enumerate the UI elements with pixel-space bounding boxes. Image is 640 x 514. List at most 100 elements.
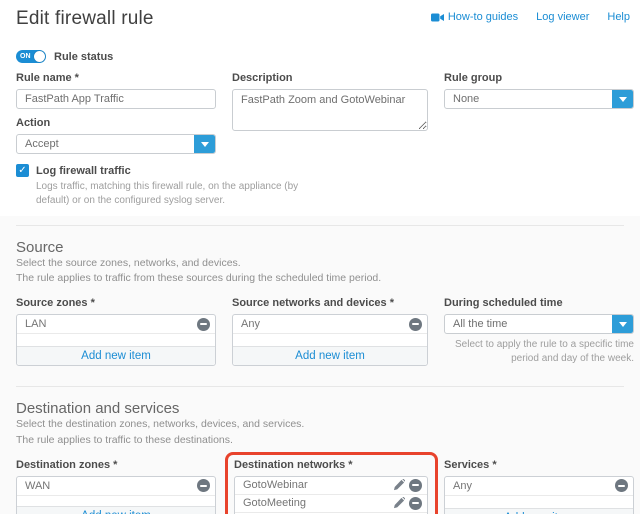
- add-new-item-button[interactable]: Add new item: [445, 508, 633, 514]
- source-section-desc2: The rule applies to traffic from these s…: [16, 271, 624, 286]
- destination-grid: Destination zones * WAN Add new item Des…: [16, 459, 624, 514]
- remove-icon[interactable]: [197, 479, 210, 492]
- log-traffic-help: Logs traffic, matching this firewall rul…: [36, 180, 326, 208]
- listbox-filler: [445, 496, 633, 509]
- source-grid: Source zones * LAN Add new item Source n…: [16, 297, 624, 366]
- list-item: GotoWebinar: [235, 477, 427, 495]
- rule-status-row: ON Rule status: [16, 50, 624, 63]
- list-item-label: Any: [241, 318, 409, 330]
- destination-networks-listbox: GotoWebinarGotoMeetingSkypeZoom Add new …: [234, 476, 428, 514]
- remove-icon[interactable]: [409, 318, 422, 331]
- remove-icon[interactable]: [197, 318, 210, 331]
- page-header: Edit firewall rule How-to guides Log vie…: [0, 0, 640, 30]
- header-links: How-to guides Log viewer Help: [431, 11, 630, 23]
- column-description: Description FastPath Zoom and GotoWebina…: [232, 72, 428, 154]
- list-item: LAN: [17, 315, 215, 334]
- divider: [16, 386, 624, 387]
- destination-networks-column: Destination networks * GotoWebinar GotoMe…: [232, 459, 428, 514]
- chevron-down-icon: [612, 315, 633, 333]
- list-item-label: Any: [453, 480, 615, 492]
- log-traffic-block: ✓ Log firewall traffic Logs traffic, mat…: [16, 164, 326, 208]
- log-traffic-row: ✓ Log firewall traffic: [16, 164, 326, 177]
- scheduled-time-column: During scheduled time All the time Selec…: [444, 297, 634, 366]
- destination-section-desc2: The rule applies to traffic to these des…: [16, 433, 624, 448]
- action-select[interactable]: Accept: [16, 134, 216, 154]
- destination-section-title: Destination and services: [16, 400, 624, 417]
- source-zones-label: Source zones *: [16, 297, 216, 309]
- remove-icon[interactable]: [409, 479, 422, 492]
- top-fields-grid: Rule name * Action Accept Description Fa…: [16, 72, 624, 154]
- source-zones-column: Source zones * LAN Add new item: [16, 297, 216, 366]
- scheduled-time-select[interactable]: All the time: [444, 314, 634, 334]
- add-new-item-button[interactable]: Add new item: [17, 506, 215, 514]
- source-section-title: Source: [16, 239, 624, 256]
- destination-networks-label: Destination networks *: [234, 459, 428, 471]
- add-new-item-button[interactable]: Add new item: [17, 346, 215, 365]
- list-item: Any: [233, 315, 427, 334]
- rule-name-label: Rule name *: [16, 72, 216, 84]
- list-item: GotoMeeting: [235, 495, 427, 513]
- action-label: Action: [16, 117, 216, 129]
- list-item: Any: [445, 477, 633, 496]
- list-item-icons: [409, 318, 422, 331]
- destination-zones-label: Destination zones *: [16, 459, 216, 471]
- description-label: Description: [232, 72, 428, 84]
- destination-section: Destination and services Select the dest…: [0, 400, 640, 514]
- scheduled-time-label: During scheduled time: [444, 297, 634, 309]
- chevron-down-icon: [194, 135, 215, 153]
- remove-icon[interactable]: [615, 479, 628, 492]
- destination-section-desc1: Select the destination zones, networks, …: [16, 417, 624, 432]
- source-networks-column: Source networks and devices * Any Add ne…: [232, 297, 428, 366]
- list-item-icons: [197, 479, 210, 492]
- help-link[interactable]: Help: [607, 11, 630, 23]
- source-zones-listbox: LAN Add new item: [16, 314, 216, 366]
- toggle-knob: [34, 51, 45, 62]
- source-networks-listbox: Any Add new item: [232, 314, 428, 366]
- toggle-on-label: ON: [20, 53, 31, 60]
- page-title: Edit firewall rule: [16, 8, 154, 30]
- help-label: Help: [607, 11, 630, 23]
- chevron-down-icon: [612, 90, 633, 108]
- source-networks-label: Source networks and devices *: [232, 297, 428, 309]
- video-camera-icon: [431, 13, 444, 22]
- lower-sections: Source Select the source zones, networks…: [0, 216, 640, 514]
- rule-status-toggle[interactable]: ON: [16, 50, 46, 63]
- list-item-icons: [393, 479, 422, 492]
- edit-icon[interactable]: [393, 479, 405, 491]
- scheduled-time-help: Select to apply the rule to a specific t…: [444, 338, 634, 366]
- log-firewall-traffic-label: Log firewall traffic: [36, 165, 131, 177]
- log-firewall-traffic-checkbox[interactable]: ✓: [16, 164, 29, 177]
- how-to-guides-link[interactable]: How-to guides: [431, 11, 518, 23]
- rule-form: ON Rule status Rule name * Action Accept…: [0, 30, 640, 216]
- how-to-guides-label: How-to guides: [448, 11, 518, 23]
- column-rule-group: Rule group None: [444, 72, 634, 154]
- rule-name-input[interactable]: [16, 89, 216, 109]
- add-new-item-button[interactable]: Add new item: [233, 346, 427, 365]
- scheduled-time-select-value: All the time: [445, 315, 612, 333]
- action-select-value: Accept: [17, 135, 194, 153]
- services-listbox: Any Add new item: [444, 476, 634, 514]
- list-item-label: LAN: [25, 318, 197, 330]
- edit-icon[interactable]: [393, 497, 405, 509]
- source-section: Source Select the source zones, networks…: [0, 239, 640, 366]
- remove-icon[interactable]: [409, 497, 422, 510]
- rule-group-select[interactable]: None: [444, 89, 634, 109]
- destination-networks-highlight: Destination networks * GotoWebinar GotoMe…: [225, 452, 438, 514]
- description-textarea[interactable]: FastPath Zoom and GotoWebinar: [232, 89, 428, 131]
- rule-group-select-value: None: [445, 90, 612, 108]
- list-item-label: WAN: [25, 480, 197, 492]
- list-item: WAN: [17, 477, 215, 496]
- source-section-desc1: Select the source zones, networks, and d…: [16, 256, 624, 271]
- services-label: Services *: [444, 459, 634, 471]
- rule-status-label: Rule status: [54, 51, 113, 63]
- destination-zones-column: Destination zones * WAN Add new item: [16, 459, 216, 514]
- rule-group-label: Rule group: [444, 72, 634, 84]
- services-column: Services * Any Add new item Services are…: [444, 459, 634, 514]
- divider: [16, 225, 624, 226]
- list-item-label: GotoWebinar: [243, 479, 393, 491]
- list-item-label: GotoMeeting: [243, 497, 393, 509]
- log-viewer-link[interactable]: Log viewer: [536, 11, 589, 23]
- destination-zones-listbox: WAN Add new item: [16, 476, 216, 514]
- column-rule-name-action: Rule name * Action Accept: [16, 72, 216, 154]
- list-item-icons: [393, 497, 422, 510]
